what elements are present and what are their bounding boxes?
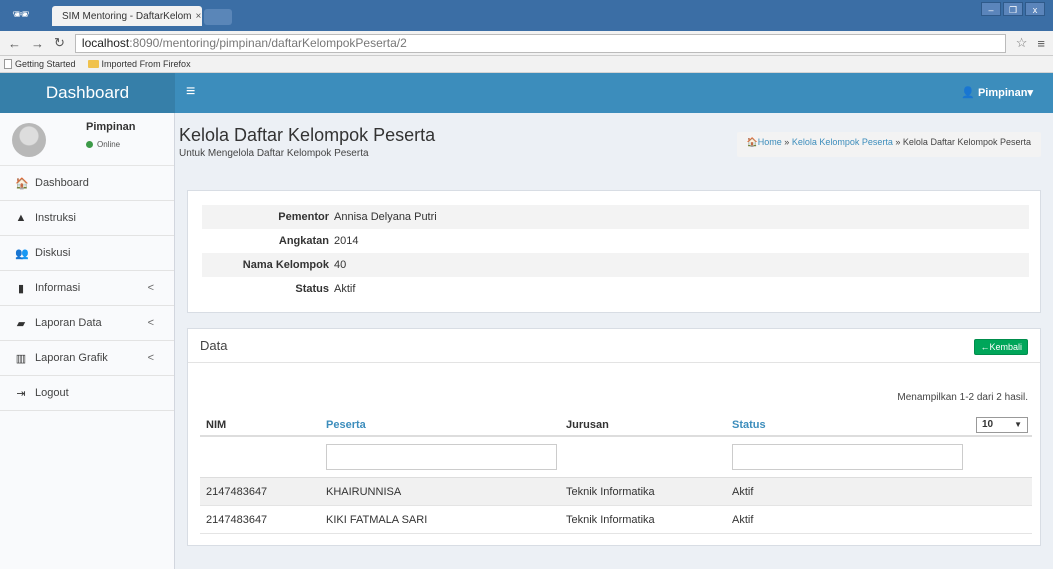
close-window-icon[interactable]: x xyxy=(1025,2,1045,16)
sidebar-item-laporan-grafik[interactable]: ▥ Laporan Grafik < xyxy=(0,341,174,376)
minimize-icon[interactable]: – xyxy=(981,2,1001,16)
peserta-filter-input[interactable] xyxy=(326,444,557,470)
incognito-icon: 🕶 xyxy=(12,6,30,22)
bar-chart-icon: ▥ xyxy=(15,352,27,365)
bookmark-imported[interactable]: Imported From Firefox xyxy=(87,59,191,69)
breadcrumb: 🏠Home » Kelola Kelompok Peserta » Kelola… xyxy=(736,132,1041,157)
avatar xyxy=(12,123,46,157)
book-icon: ▰ xyxy=(16,317,26,330)
maximize-icon[interactable]: ❐ xyxy=(1003,2,1023,16)
sidebar-toggle-icon[interactable]: ≡ xyxy=(186,83,195,101)
dropdown-arrow-icon: ▼ xyxy=(1014,420,1022,429)
breadcrumb-current: Kelola Daftar Kelompok Peserta xyxy=(902,137,1031,147)
window-controls: – ❐ x xyxy=(981,2,1045,16)
sidebar-item-diskusi[interactable]: 👥 Diskusi xyxy=(0,236,174,271)
sign-out-icon: ⇥ xyxy=(16,387,26,400)
chevron-left-icon: < xyxy=(147,352,154,364)
status-filter-input[interactable] xyxy=(732,444,963,470)
browser-tab[interactable]: SIM Mentoring - DaftarKelom × xyxy=(52,6,202,26)
data-box: Data ←Kembali Menampilkan 1-2 dari 2 has… xyxy=(187,328,1041,546)
back-button[interactable]: ←Kembali xyxy=(974,339,1028,355)
user-panel: Pimpinan Online xyxy=(0,113,174,166)
forward-arrow-icon[interactable]: → xyxy=(31,36,44,51)
detail-row: Status Aktif xyxy=(295,283,356,295)
column-header-nim: NIM xyxy=(206,419,227,431)
table-row: 2147483647 KHAIRUNNISA Teknik Informatik… xyxy=(200,478,1032,506)
detail-row: Nama Kelompok 40 xyxy=(202,253,1029,277)
user-icon: 👤 xyxy=(961,87,975,99)
breadcrumb-link[interactable]: Kelola Kelompok Peserta xyxy=(792,137,893,147)
sidebar-item-label: Instruksi xyxy=(35,212,76,224)
user-menu[interactable]: 👤 Pimpinan▾ xyxy=(961,86,1033,99)
detail-row: Pementor Annisa Delyana Putri xyxy=(202,205,1029,229)
main-header: Dashboard ≡ 👤 Pimpinan▾ xyxy=(0,73,1053,113)
detail-row: Angkatan 2014 xyxy=(278,235,359,247)
user-status: Online xyxy=(86,140,120,149)
sidebar-item-logout[interactable]: ⇥ Logout xyxy=(0,376,174,411)
back-arrow-icon[interactable]: ← xyxy=(8,36,21,51)
bookmarks-bar: Getting Started Imported From Firefox xyxy=(0,56,1053,73)
page-icon xyxy=(4,59,12,69)
home-icon: 🏠 xyxy=(15,177,29,190)
tab-title: SIM Mentoring - DaftarKelom xyxy=(62,10,192,22)
chevron-left-icon: < xyxy=(147,317,154,329)
user-name: Pimpinan xyxy=(86,121,136,133)
caret-down-icon: ▾ xyxy=(1027,87,1033,99)
tab-close-icon[interactable]: × xyxy=(196,11,202,22)
page-size-select[interactable]: 10 ▼ xyxy=(976,417,1028,433)
file-icon: ▮ xyxy=(17,282,25,295)
user-menu-label: Pimpinan xyxy=(977,87,1028,99)
sidebar-item-label: Laporan Grafik xyxy=(35,352,108,364)
folder-icon xyxy=(87,60,99,68)
column-header-peserta[interactable]: Peserta xyxy=(326,419,366,431)
chevron-left-icon: < xyxy=(147,282,154,294)
sidebar-item-dashboard[interactable]: 🏠 Dashboard xyxy=(0,166,174,201)
detail-box: Pementor Annisa Delyana Putri Angkatan 201… xyxy=(187,190,1041,313)
sidebar-item-label: Dashboard xyxy=(35,177,89,189)
result-summary: Menampilkan 1-2 dari 2 hasil. xyxy=(897,392,1028,403)
sidebar: Pimpinan Online 🏠 Dashboard ▲ Instruksi 👥 Dis… xyxy=(0,113,175,569)
sidebar-item-label: Diskusi xyxy=(35,247,71,259)
browser-titlebar: 🕶 SIM Mentoring - DaftarKelom × – ❐ x xyxy=(0,0,1053,31)
sidebar-menu: 🏠 Dashboard ▲ Instruksi 👥 Diskusi ▮ Informasi < ▰… xyxy=(0,166,174,411)
browser-menu-icon[interactable]: ≡ xyxy=(1037,36,1045,51)
sidebar-item-label: Informasi xyxy=(35,282,81,294)
breadcrumb-home[interactable]: 🏠Home xyxy=(747,137,782,147)
sidebar-item-laporan-data[interactable]: ▰ Laporan Data < xyxy=(0,306,174,341)
users-icon: 👥 xyxy=(15,247,29,260)
column-header-jurusan: Jurusan xyxy=(566,419,609,431)
logo[interactable]: Dashboard xyxy=(0,73,175,113)
table-header: NIM Peserta Jurusan Status xyxy=(200,417,1032,437)
table-row: 2147483647 KIKI FATMALA SARI Teknik Info… xyxy=(200,506,1032,534)
bookmark-star-icon[interactable]: ☆ xyxy=(1016,35,1028,51)
data-box-title: Data xyxy=(200,338,228,353)
filter-row xyxy=(200,439,1032,478)
reload-icon[interactable]: ↻ xyxy=(54,35,65,51)
page-subtitle: Untuk Mengelola Daftar Kelompok Peserta xyxy=(179,148,369,159)
sidebar-item-instruksi[interactable]: ▲ Instruksi xyxy=(0,201,174,236)
sidebar-item-label: Logout xyxy=(35,387,69,399)
url-input[interactable]: localhost:8090/mentoring/pimpinan/daftar… xyxy=(74,33,1006,53)
bookmark-getting-started[interactable]: Getting Started xyxy=(4,59,76,69)
column-header-status[interactable]: Status xyxy=(732,419,766,431)
warning-icon: ▲ xyxy=(15,212,27,224)
page-title: Kelola Daftar Kelompok Peserta xyxy=(179,125,436,145)
new-tab-button[interactable] xyxy=(204,9,232,25)
sidebar-item-label: Laporan Data xyxy=(35,317,102,329)
address-bar-row: ← → ↻ localhost:8090/mentoring/pimpinan/… xyxy=(0,31,1053,56)
online-dot-icon xyxy=(86,141,93,148)
content-wrapper: Kelola Daftar Kelompok Peserta Untuk Men… xyxy=(175,113,1053,569)
sidebar-item-informasi[interactable]: ▮ Informasi < xyxy=(0,271,174,306)
data-box-header: Data ←Kembali xyxy=(188,329,1040,363)
home-icon: 🏠 xyxy=(746,137,758,147)
